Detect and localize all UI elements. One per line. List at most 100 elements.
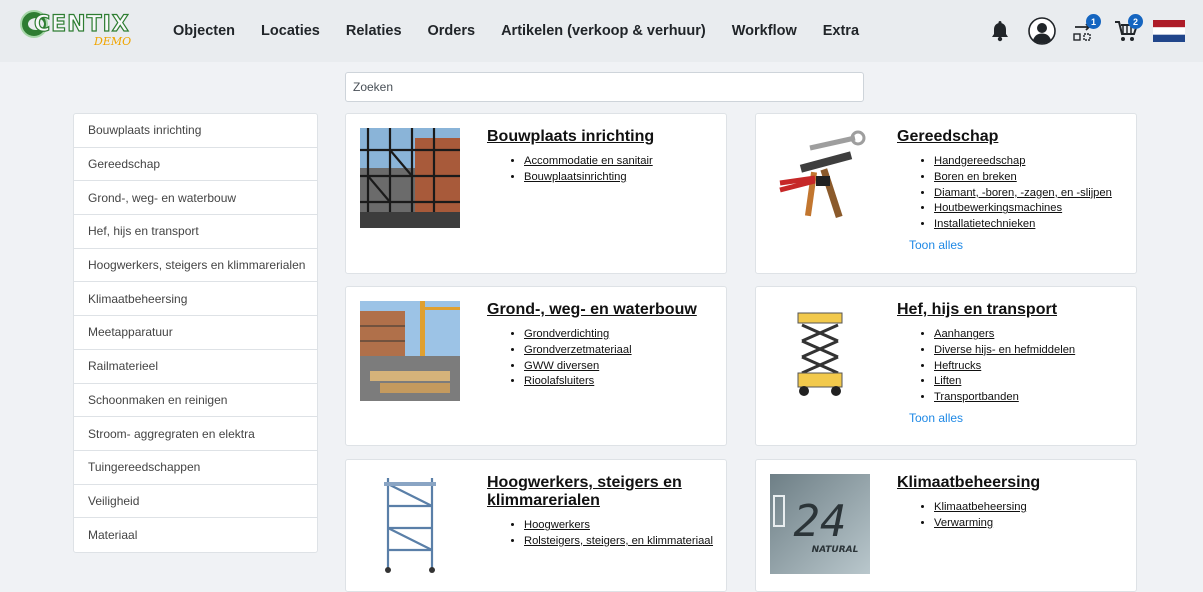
card-title[interactable]: Bouwplaats inrichting [487,128,717,146]
nav-objecten[interactable]: Objecten [173,23,235,39]
sidebar-item-stroom-aggregaten[interactable]: Stroom- aggregraten en elektra [74,417,317,451]
transfer-icon[interactable]: 1 [1069,14,1101,46]
list-item: Grondverdichting [524,327,632,343]
category-link[interactable]: Handgereedschap [934,155,1025,167]
category-sidebar: Bouwplaats inrichting Gereedschap Grond-… [73,113,318,553]
nav-workflow[interactable]: Workflow [732,23,797,39]
category-link[interactable]: Houtbewerkingsmachines [934,202,1062,214]
list-item: Hoogwerkers [524,518,713,534]
card-title[interactable]: Hoogwerkers, steigers en klimmarerialen [487,474,717,510]
show-all-link[interactable]: Toon alles [909,238,963,252]
sidebar-item-railmaterieel[interactable]: Railmaterieel [74,350,317,384]
scaffolding-building-image[interactable] [360,128,460,228]
logo-demo-label: DEMO [94,35,132,48]
list-item: Boren en breken [934,170,1112,186]
card-link-list: Aanhangers Diverse hijs- en hefmiddelen … [934,327,1075,406]
card-link-list: Hoogwerkers Rolsteigers, steigers, en kl… [524,518,713,550]
card-link-list: Handgereedschap Boren en breken Diamant,… [934,154,1112,233]
list-item: Handgereedschap [934,154,1112,170]
card-link-list: Grondverdichting Grondverzetmateriaal GW… [524,327,632,390]
list-item: Grondverzetmateriaal [524,343,632,359]
category-link[interactable]: Bouwplaatsinrichting [524,171,627,183]
sidebar-item-veiligheid[interactable]: Veiligheid [74,485,317,519]
sidebar-item-schoonmaken[interactable]: Schoonmaken en reinigen [74,384,317,418]
category-link[interactable]: Grondverzetmateriaal [524,344,632,356]
cart-icon[interactable]: 2 [1111,14,1143,46]
hand-tools-image[interactable] [770,128,870,228]
category-link[interactable]: Boren en breken [934,171,1017,183]
construction-site-image[interactable] [360,301,460,401]
category-link[interactable]: Aanhangers [934,328,994,340]
list-item: Klimaatbeheersing [934,500,1027,516]
bell-icon[interactable] [985,16,1015,46]
sidebar-item-hef-hijs-transport[interactable]: Hef, hijs en transport [74,215,317,249]
list-item: Installatietechnieken [934,217,1112,233]
category-card-hoogwerkers: Hoogwerkers, steigers en klimmarerialen … [345,459,727,592]
lcd-mode-label: NATURAL [812,545,859,555]
rolling-scaffold-image[interactable] [360,474,460,574]
category-link[interactable]: Installatietechnieken [934,218,1035,230]
sidebar-item-tuingereedschappen[interactable]: Tuingereedschappen [74,451,317,485]
lcd-temperature: 24 [794,496,847,547]
sidebar-item-materiaal[interactable]: Materiaal [74,518,317,552]
category-link[interactable]: Diverse hijs- en hefmiddelen [934,344,1075,356]
list-item: Aanhangers [934,327,1075,343]
category-link[interactable]: Hoogwerkers [524,519,590,531]
card-title[interactable]: Grond-, weg- en waterbouw [487,301,717,319]
sidebar-item-bouwplaats-inrichting[interactable]: Bouwplaats inrichting [74,114,317,148]
main-nav: Objecten Locaties Relaties Orders Artike… [160,0,872,62]
card-link-list: Accommodatie en sanitair Bouwplaatsinric… [524,154,653,186]
thermostat-display-image[interactable]: 24 NATURAL [770,474,870,574]
category-link[interactable]: Rioolafsluiters [524,375,594,387]
nav-orders[interactable]: Orders [428,23,476,39]
nav-artikelen[interactable]: Artikelen (verkoop & verhuur) [501,23,706,39]
sidebar-item-meetapparatuur[interactable]: Meetapparatuur [74,316,317,350]
nav-locaties[interactable]: Locaties [261,23,320,39]
category-link[interactable]: Heftrucks [934,360,981,372]
card-title[interactable]: Klimaatbeheersing [897,474,1127,492]
centix-logo[interactable]: CENTIX DEMO [20,10,140,50]
nav-relaties[interactable]: Relaties [346,23,402,39]
list-item: Houtbewerkingsmachines [934,201,1112,217]
category-card-gereedschap: Gereedschap Handgereedschap Boren en bre… [755,113,1137,274]
sidebar-item-gereedschap[interactable]: Gereedschap [74,148,317,182]
card-link-list: Klimaatbeheersing Verwarming [934,500,1027,532]
nav-extra[interactable]: Extra [823,23,859,39]
list-item: Liften [934,374,1075,390]
category-link[interactable]: Verwarming [934,517,993,529]
category-card-hef-hijs-transport: Hef, hijs en transport Aanhangers Divers… [755,286,1137,446]
list-item: GWW diversen [524,359,632,375]
category-link[interactable]: Accommodatie en sanitair [524,155,653,167]
category-link[interactable]: Grondverdichting [524,328,609,340]
sidebar-item-hoogwerkers[interactable]: Hoogwerkers, steigers en klimmarerialen [74,249,317,283]
show-all-link[interactable]: Toon alles [909,411,963,425]
transfer-count-badge: 1 [1086,14,1101,29]
card-title[interactable]: Hef, hijs en transport [897,301,1127,319]
category-link[interactable]: GWW diversen [524,360,599,372]
cart-count-badge: 2 [1128,14,1143,29]
list-item: Verwarming [934,516,1027,532]
list-item: Diverse hijs- en hefmiddelen [934,343,1075,359]
dutch-flag-icon[interactable] [1153,16,1185,46]
category-link[interactable]: Diamant, -boren, -zagen, en -slijpen [934,187,1112,199]
sidebar-item-klimaatbeheersing[interactable]: Klimaatbeheersing [74,282,317,317]
list-item: Rioolafsluiters [524,374,632,390]
header-actions: 1 2 [985,0,1185,62]
user-avatar-icon[interactable] [1027,16,1057,46]
category-link[interactable]: Klimaatbeheersing [934,501,1027,513]
sidebar-item-grond-weg-waterbouw[interactable]: Grond-, weg- en waterbouw [74,181,317,216]
list-item: Bouwplaatsinrichting [524,170,653,186]
category-link[interactable]: Liften [934,375,961,387]
list-item: Transportbanden [934,390,1075,406]
list-item: Heftrucks [934,359,1075,375]
category-card-grond-weg-waterbouw: Grond-, weg- en waterbouw Grondverdichti… [345,286,727,446]
category-link[interactable]: Transportbanden [934,391,1019,403]
scissor-lift-image[interactable] [770,301,870,401]
card-title[interactable]: Gereedschap [897,128,1127,146]
logo-text: CENTIX [33,11,130,37]
list-item: Accommodatie en sanitair [524,154,653,170]
category-card-bouwplaats-inrichting: Bouwplaats inrichting Accommodatie en sa… [345,113,727,274]
list-item: Rolsteigers, steigers, en klimmateriaal [524,534,713,550]
category-link[interactable]: Rolsteigers, steigers, en klimmateriaal [524,535,713,547]
search-input[interactable] [345,72,864,102]
